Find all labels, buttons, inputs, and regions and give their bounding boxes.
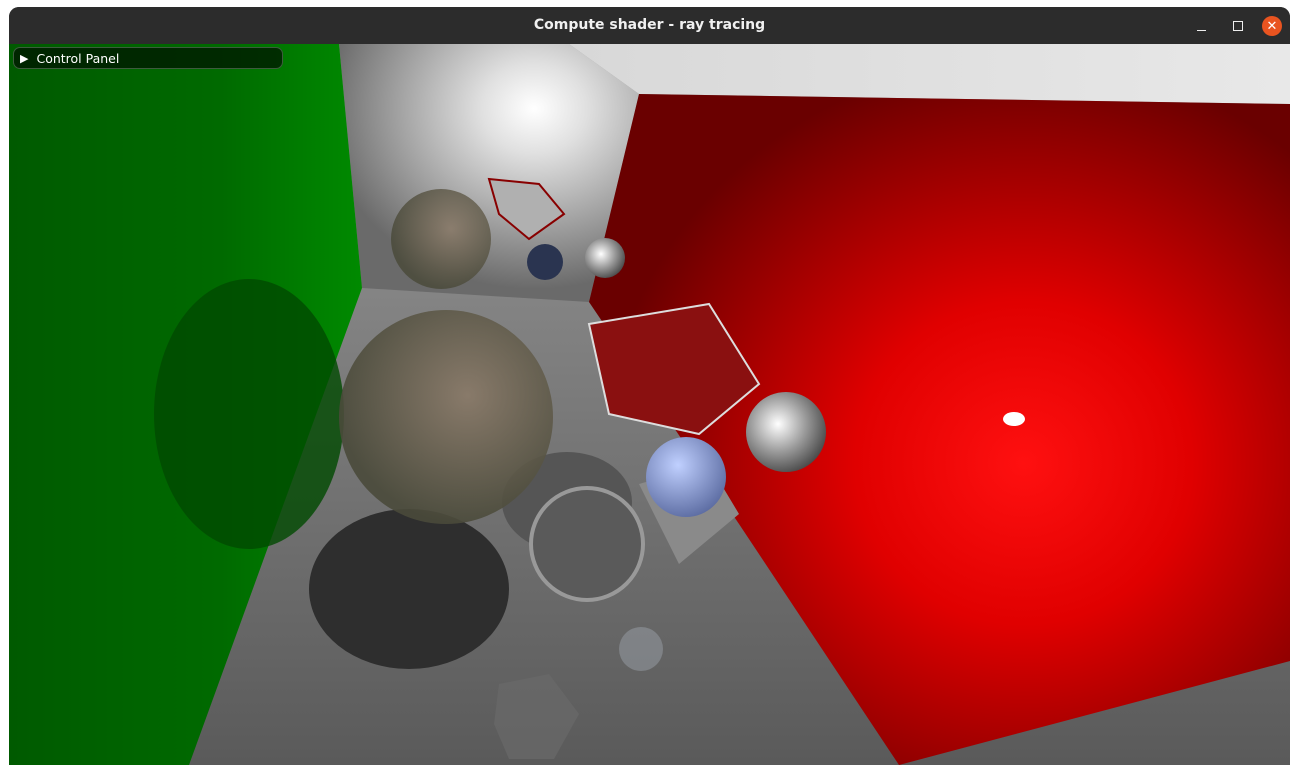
blue-sphere-small <box>527 244 563 280</box>
glass-sphere-large <box>339 310 553 524</box>
control-panel-header[interactable]: ▶ Control Panel <box>13 47 283 69</box>
render-viewport[interactable]: ▶ Control Panel <box>9 44 1290 765</box>
chrome-sphere-small <box>585 238 625 278</box>
maximize-icon <box>1233 21 1243 31</box>
control-panel-label: Control Panel <box>36 50 120 66</box>
glass-sphere <box>391 189 491 289</box>
window-title: Compute shader - ray tracing <box>533 17 766 33</box>
triangle-right-icon: ▶ <box>20 51 29 65</box>
glass-sphere-small <box>619 627 663 671</box>
sphere-shadow <box>154 279 344 549</box>
minimize-icon <box>1196 29 1206 31</box>
minimize-button[interactable] <box>1191 16 1211 36</box>
ray-traced-scene <box>9 44 1290 765</box>
hollow-sphere <box>529 486 645 602</box>
title-bar[interactable]: Compute shader - ray tracing ✕ <box>9 7 1290 44</box>
maximize-button[interactable] <box>1228 16 1248 36</box>
close-button[interactable]: ✕ <box>1262 16 1282 36</box>
blue-sphere <box>646 437 726 517</box>
app-window: Compute shader - ray tracing ✕ ▶ Control… <box>9 7 1290 765</box>
light-highlight <box>1003 412 1025 426</box>
close-icon: ✕ <box>1266 18 1278 34</box>
sphere-shadow <box>309 509 509 669</box>
chrome-sphere <box>746 392 826 472</box>
